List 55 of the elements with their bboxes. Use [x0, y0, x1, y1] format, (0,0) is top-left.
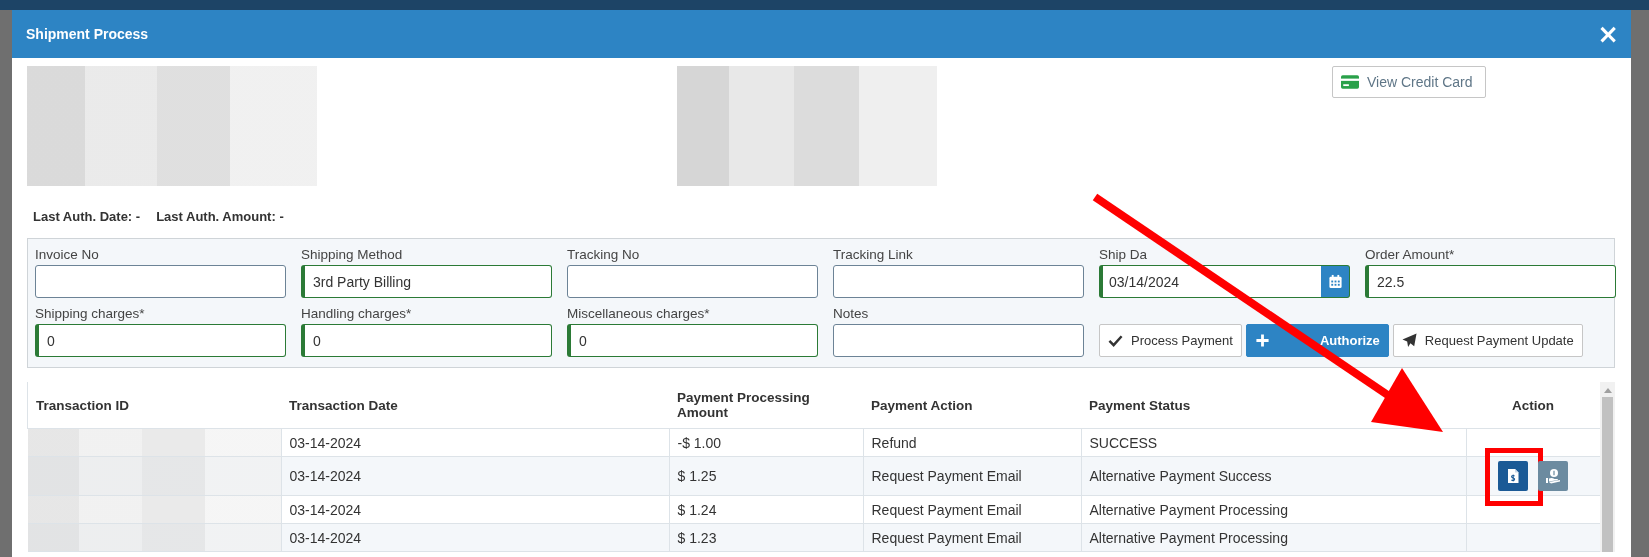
- table-cell: 03-14-2024: [281, 495, 669, 524]
- column-header: Transaction ID: [27, 382, 281, 429]
- field-label: Shipping Method: [301, 247, 404, 262]
- input-field[interactable]: [833, 265, 1084, 298]
- action-button[interactable]: Authorize: [1245, 324, 1389, 357]
- field-label: Notes: [833, 306, 870, 321]
- column-header: Transaction Date: [281, 382, 669, 429]
- table-cell: 03-14-2024: [281, 456, 669, 496]
- input-field[interactable]: 22.5: [1365, 265, 1616, 298]
- hand-coin-icon: [1545, 468, 1562, 484]
- table-cell: $ 1.23: [669, 523, 863, 552]
- field-label: Invoice No: [35, 247, 100, 262]
- auth-info-text: Last Auth. Date: -: [33, 209, 141, 224]
- table-cell: Alternative Payment Processing: [1081, 523, 1466, 552]
- table-cell: 03-14-2024: [281, 523, 669, 552]
- field-label: Shipping charges*: [35, 306, 146, 321]
- table-cell: Refund: [863, 428, 1081, 457]
- scrollbar[interactable]: [1600, 382, 1615, 552]
- column-header: Payment Processing Amount: [669, 382, 863, 429]
- input-field[interactable]: 0: [301, 324, 552, 357]
- input-field[interactable]: 0: [567, 324, 818, 357]
- input-field[interactable]: 0: [35, 324, 286, 357]
- field-label: Order Amount*: [1365, 247, 1456, 262]
- payment-button[interactable]: [1538, 461, 1569, 491]
- field-label: Tracking No: [567, 247, 641, 262]
- table-cell: $ 1.25: [669, 456, 863, 496]
- invoice-icon: [1505, 468, 1522, 484]
- table-cell: 03-14-2024: [281, 428, 669, 457]
- table-cell: Request Payment Email: [863, 456, 1081, 496]
- field-label: Handling charges*: [301, 306, 413, 321]
- plus-icon: [1254, 333, 1270, 348]
- close-button[interactable]: ×: [1597, 21, 1619, 47]
- input-field[interactable]: [567, 265, 818, 298]
- input-field[interactable]: [35, 265, 286, 298]
- field-label: Tracking Link: [833, 247, 914, 262]
- table-cell: Alternative Payment Success: [1081, 456, 1466, 496]
- field-label: Miscellaneous charges*: [567, 306, 711, 321]
- table-cell: Alternative Payment Processing: [1081, 495, 1466, 524]
- window-title: Shipment Process: [26, 26, 149, 42]
- table-cell: Request Payment Email: [863, 495, 1081, 524]
- table-cell: -$ 1.00: [669, 428, 863, 457]
- column-header: Payment Action: [863, 382, 1081, 429]
- view-credit-card-button[interactable]: View Credit Card: [1332, 66, 1486, 98]
- paper-plane-icon: [1401, 333, 1417, 348]
- check-icon: [1108, 333, 1123, 348]
- field-label: Ship Da: [1099, 247, 1149, 262]
- input-field[interactable]: 3rd Party Billing: [301, 265, 552, 298]
- table-cell: Request Payment Email: [863, 523, 1081, 552]
- credit-card-icon: [1341, 73, 1359, 91]
- action-button[interactable]: Process Payment: [1099, 324, 1242, 357]
- auth-info-text: Last Auth. Amount: -: [156, 209, 284, 224]
- invoice-button[interactable]: [1498, 461, 1529, 491]
- table-cell: $ 1.24: [669, 495, 863, 524]
- action-button[interactable]: Request Payment Update: [1392, 324, 1583, 357]
- input-field[interactable]: [833, 324, 1084, 357]
